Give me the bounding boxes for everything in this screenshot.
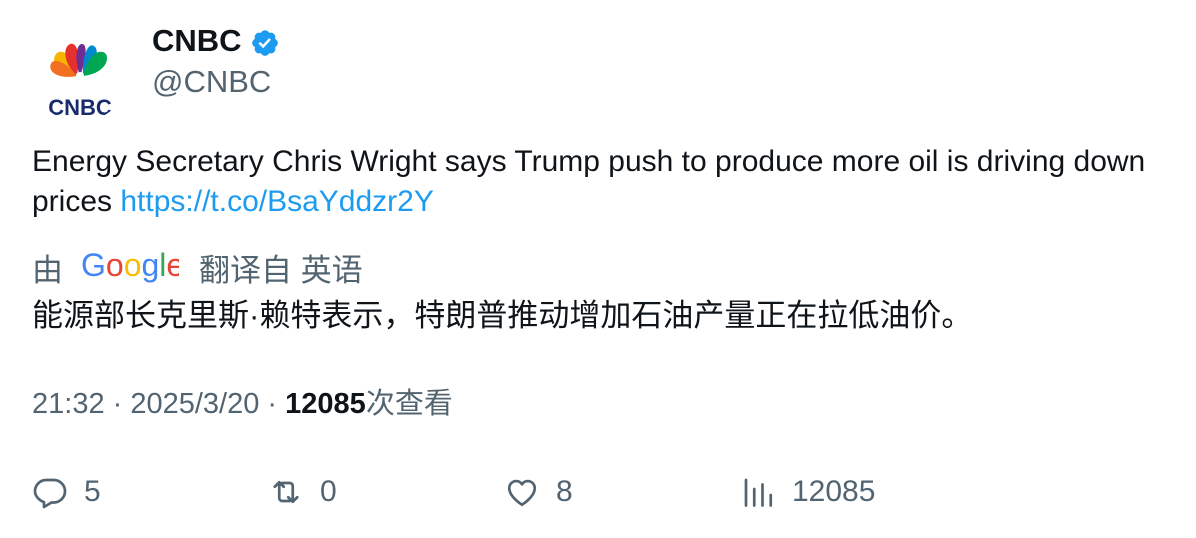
views-count: 12085 <box>285 388 366 420</box>
retweet-count: 0 <box>320 475 337 508</box>
verified-badge-icon <box>250 28 280 58</box>
meta-separator: · <box>259 388 286 420</box>
translate-by-label: 由 <box>32 253 63 288</box>
avatar[interactable]: CNBC <box>32 26 128 122</box>
tweet-date[interactable]: 2025/3/20 <box>130 388 259 420</box>
translated-text: 能源部长克里斯·赖特表示，特朗普推动增加石油产量正在拉低油价。 <box>32 298 973 333</box>
like-count: 8 <box>556 475 573 508</box>
author-name-row: CNBC <box>152 22 280 60</box>
tweet-text: Energy Secretary Chris Wright says Trump… <box>32 142 1162 222</box>
retweet-icon <box>273 480 299 504</box>
reply-count: 5 <box>84 475 101 508</box>
reply-icon <box>33 478 67 509</box>
display-name[interactable]: CNBC <box>152 22 242 60</box>
svg-text:Google: Google <box>81 248 179 283</box>
reply-button[interactable]: 5 <box>32 470 101 514</box>
cnbc-peacock-logo: CNBC <box>48 43 112 120</box>
translate-from-label: 翻译自 英语 <box>199 253 363 288</box>
views-label: 次查看 <box>365 388 453 420</box>
author-handle[interactable]: @CNBC <box>152 63 271 101</box>
retweet-button[interactable]: 0 <box>268 470 337 514</box>
translation-attribution[interactable]: 由 Google 翻译自 英语 <box>32 246 363 296</box>
bar-chart-icon <box>744 478 773 507</box>
like-button[interactable]: 8 <box>504 470 573 514</box>
tweet-time[interactable]: 21:32 <box>32 388 105 420</box>
views-button[interactable]: 12085 <box>740 470 875 514</box>
google-logo: Google <box>81 247 184 296</box>
action-bar: 5 0 8 12085 <box>32 470 1162 514</box>
tweet-meta: 21:32 · 2025/3/20 · 12085次查看 <box>32 383 453 425</box>
views-action-count: 12085 <box>792 475 876 508</box>
heart-icon <box>507 479 537 507</box>
meta-separator: · <box>104 388 131 420</box>
tweet-link[interactable]: https://t.co/BsaYddzr2Y <box>120 185 434 218</box>
avatar-text: CNBC <box>48 95 112 120</box>
